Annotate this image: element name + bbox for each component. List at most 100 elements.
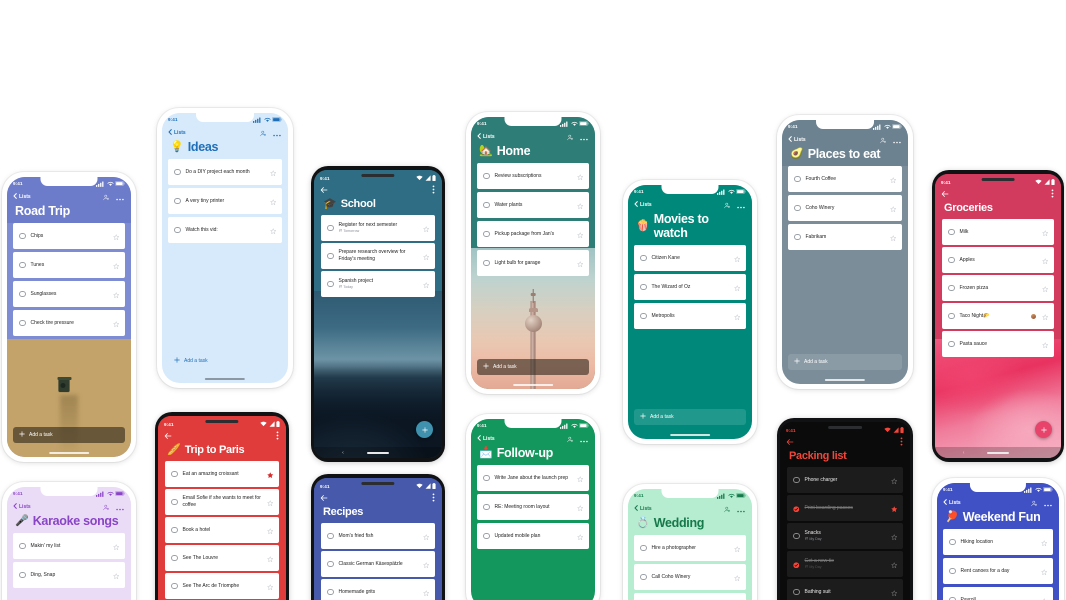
table-row[interactable]: Register for next semester Tomorrow xyxy=(321,215,435,241)
arrow-left-icon[interactable] xyxy=(320,489,328,507)
star-outline-icon[interactable] xyxy=(112,566,120,584)
star-outline-icon[interactable] xyxy=(889,228,897,246)
circle-checkbox-icon[interactable] xyxy=(483,532,490,540)
circle-checkbox-icon[interactable] xyxy=(793,532,800,540)
circle-checkbox-icon[interactable] xyxy=(793,476,800,484)
star-outline-icon[interactable] xyxy=(576,225,584,243)
table-row[interactable]: Watch this vid: xyxy=(168,217,282,243)
add-task-button[interactable]: Add a task xyxy=(634,409,746,425)
table-row[interactable]: Email Sofie if she wants to meet for cof… xyxy=(165,489,279,515)
star-outline-icon[interactable] xyxy=(422,555,430,573)
star-outline-icon[interactable] xyxy=(576,469,584,487)
table-row[interactable]: Print boarding passes xyxy=(787,495,903,521)
circle-checkbox-icon[interactable] xyxy=(483,259,490,267)
circle-checkbox-icon[interactable] xyxy=(640,573,647,581)
add-person-icon[interactable] xyxy=(567,430,574,448)
table-row[interactable]: Check tire pressure xyxy=(13,310,125,336)
circle-checkbox-icon[interactable] xyxy=(794,175,801,183)
add-task-button[interactable]: Add a task xyxy=(13,427,125,443)
star-filled-icon[interactable] xyxy=(266,465,274,483)
table-row[interactable]: Frozen pizza xyxy=(942,275,1054,301)
star-outline-icon[interactable] xyxy=(266,549,274,567)
circle-checkbox-icon[interactable] xyxy=(483,230,490,238)
arrow-left-icon[interactable] xyxy=(941,185,949,203)
table-row[interactable]: The Wizard of Oz xyxy=(634,274,746,300)
more-horizontal-icon[interactable] xyxy=(580,128,588,146)
table-row[interactable]: Milk xyxy=(942,219,1054,245)
table-row[interactable]: Apples xyxy=(942,247,1054,273)
back-to-lists-button[interactable]: Lists xyxy=(788,136,806,144)
back-to-lists-button[interactable]: Lists xyxy=(13,503,31,511)
star-outline-icon[interactable] xyxy=(1041,223,1049,241)
more-horizontal-icon[interactable] xyxy=(273,124,281,142)
circle-checkbox-icon[interactable] xyxy=(19,261,26,269)
circle-checkbox-icon[interactable] xyxy=(174,226,181,234)
star-outline-icon[interactable] xyxy=(733,568,741,586)
star-outline-icon[interactable] xyxy=(889,170,897,188)
star-outline-icon[interactable] xyxy=(269,192,277,210)
table-row[interactable]: Fabrikam xyxy=(788,224,902,250)
arrow-left-icon[interactable] xyxy=(786,433,794,451)
star-outline-icon[interactable] xyxy=(422,527,430,545)
circle-checkbox-icon[interactable] xyxy=(948,340,955,348)
star-outline-icon[interactable] xyxy=(112,314,120,332)
table-row[interactable]: Light bulb for garage xyxy=(477,250,589,276)
circle-checkbox-icon[interactable] xyxy=(174,168,181,176)
star-outline-icon[interactable] xyxy=(269,221,277,239)
star-outline-icon[interactable] xyxy=(266,493,274,511)
circle-checkbox-icon[interactable] xyxy=(949,538,956,546)
table-row[interactable]: See The Arc de Triomphe xyxy=(165,573,279,599)
android-nav-bar[interactable]: ‹ xyxy=(314,447,442,458)
more-vertical-icon[interactable] xyxy=(432,489,435,507)
star-outline-icon[interactable] xyxy=(890,471,898,489)
star-outline-icon[interactable] xyxy=(422,275,430,293)
table-row[interactable]: Call Coho Winery xyxy=(634,564,746,590)
more-vertical-icon[interactable] xyxy=(900,433,903,451)
star-outline-icon[interactable] xyxy=(1041,335,1049,353)
star-outline-icon[interactable] xyxy=(112,537,120,555)
table-row[interactable]: Pasta sauce xyxy=(942,331,1054,357)
table-row[interactable]: Hiking location xyxy=(943,529,1053,555)
table-row[interactable]: Makin' my list xyxy=(13,533,125,559)
circle-checkbox-icon[interactable] xyxy=(483,474,490,482)
add-person-icon[interactable] xyxy=(103,188,110,206)
circle-checkbox-icon[interactable] xyxy=(948,256,955,264)
circle-checkbox-icon[interactable] xyxy=(171,554,178,562)
star-outline-icon[interactable] xyxy=(1040,591,1048,600)
add-task-button[interactable]: Add a task xyxy=(168,353,282,369)
star-outline-icon[interactable] xyxy=(1041,307,1049,325)
table-row[interactable]: Phone charger xyxy=(787,467,903,493)
nav-back-icon[interactable]: ‹ xyxy=(342,450,344,456)
table-row[interactable]: Taco Night🌮 xyxy=(942,303,1054,329)
circle-checkbox-icon[interactable] xyxy=(794,233,801,241)
star-outline-icon[interactable] xyxy=(422,583,430,600)
android-nav-bar[interactable]: ‹ xyxy=(935,447,1061,458)
table-row[interactable]: See The Louvre xyxy=(165,545,279,571)
star-outline-icon[interactable] xyxy=(576,498,584,516)
circle-checkbox-icon[interactable] xyxy=(483,172,490,180)
checkbox-checked-icon[interactable] xyxy=(793,499,800,517)
table-row[interactable]: Write Jane about the launch prep xyxy=(477,465,589,491)
add-person-icon[interactable] xyxy=(724,500,731,518)
star-outline-icon[interactable] xyxy=(576,196,584,214)
table-row[interactable]: Mom's fried fish xyxy=(321,523,435,549)
circle-checkbox-icon[interactable] xyxy=(640,312,647,320)
table-row[interactable]: RE: Meeting room layout xyxy=(477,494,589,520)
table-row[interactable]: Send invitations xyxy=(634,593,746,600)
circle-checkbox-icon[interactable] xyxy=(327,560,334,568)
add-person-icon[interactable] xyxy=(880,131,887,149)
back-to-lists-button[interactable]: Lists xyxy=(477,133,495,141)
table-row[interactable]: Snacks My Day xyxy=(787,523,903,549)
add-task-button[interactable]: Add a task xyxy=(477,359,589,375)
checkbox-checked-icon[interactable] xyxy=(793,555,800,573)
circle-checkbox-icon[interactable] xyxy=(19,319,26,327)
star-outline-icon[interactable] xyxy=(112,285,120,303)
add-person-icon[interactable] xyxy=(567,128,574,146)
circle-checkbox-icon[interactable] xyxy=(327,280,334,288)
star-outline-icon[interactable] xyxy=(1041,251,1049,269)
circle-checkbox-icon[interactable] xyxy=(19,290,26,298)
add-task-fab[interactable] xyxy=(1035,421,1052,438)
table-row[interactable]: Ding, Snap xyxy=(13,562,125,588)
star-outline-icon[interactable] xyxy=(269,163,277,181)
star-outline-icon[interactable] xyxy=(889,199,897,217)
